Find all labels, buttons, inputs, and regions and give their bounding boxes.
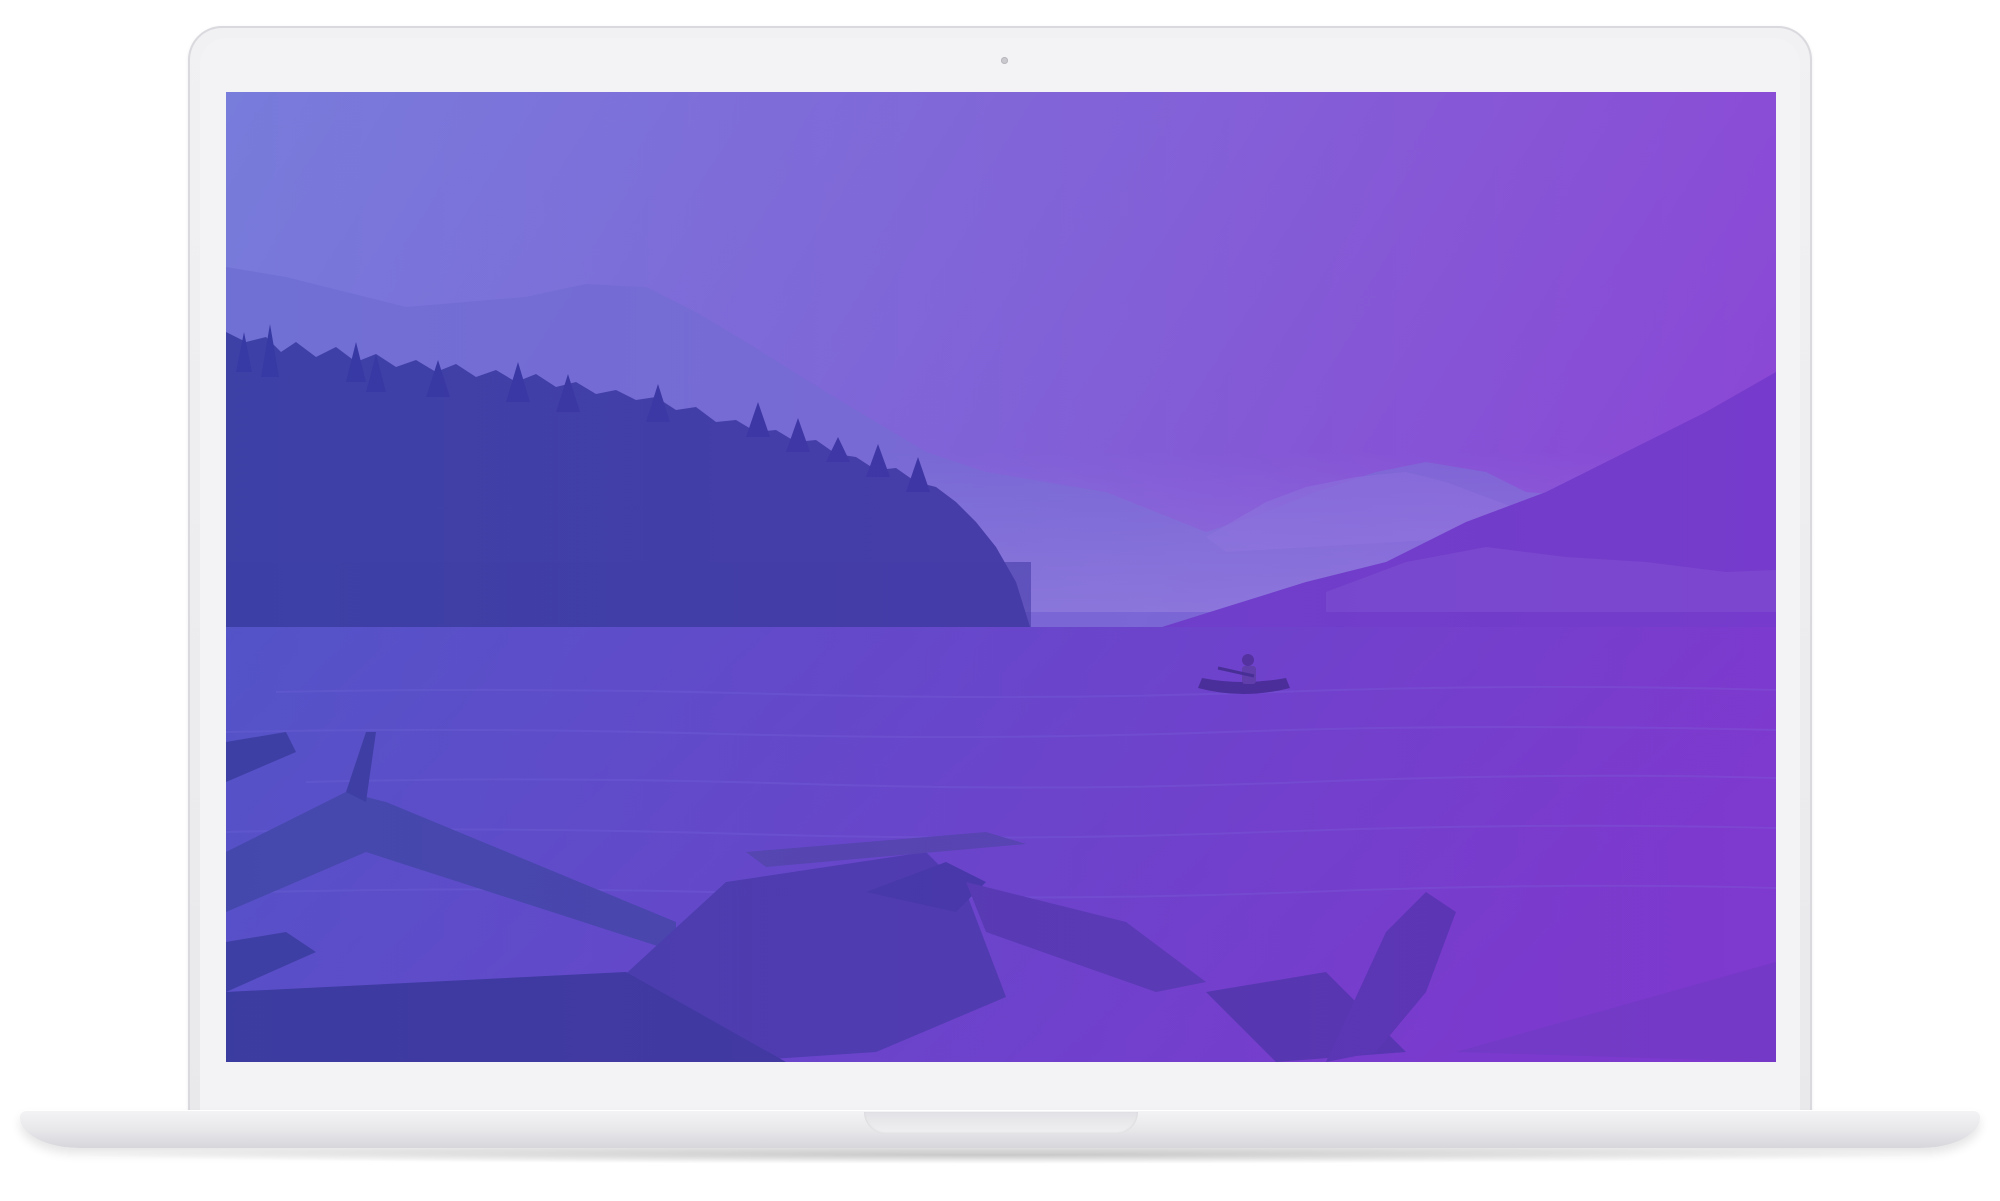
laptop-screen [226, 92, 1776, 1062]
trackpad-notch [864, 1112, 1138, 1134]
camera-icon [1001, 57, 1008, 64]
laptop-mockup [0, 0, 2000, 1201]
wallpaper-image [226, 92, 1776, 1062]
laptop-shadow [70, 1146, 1930, 1164]
